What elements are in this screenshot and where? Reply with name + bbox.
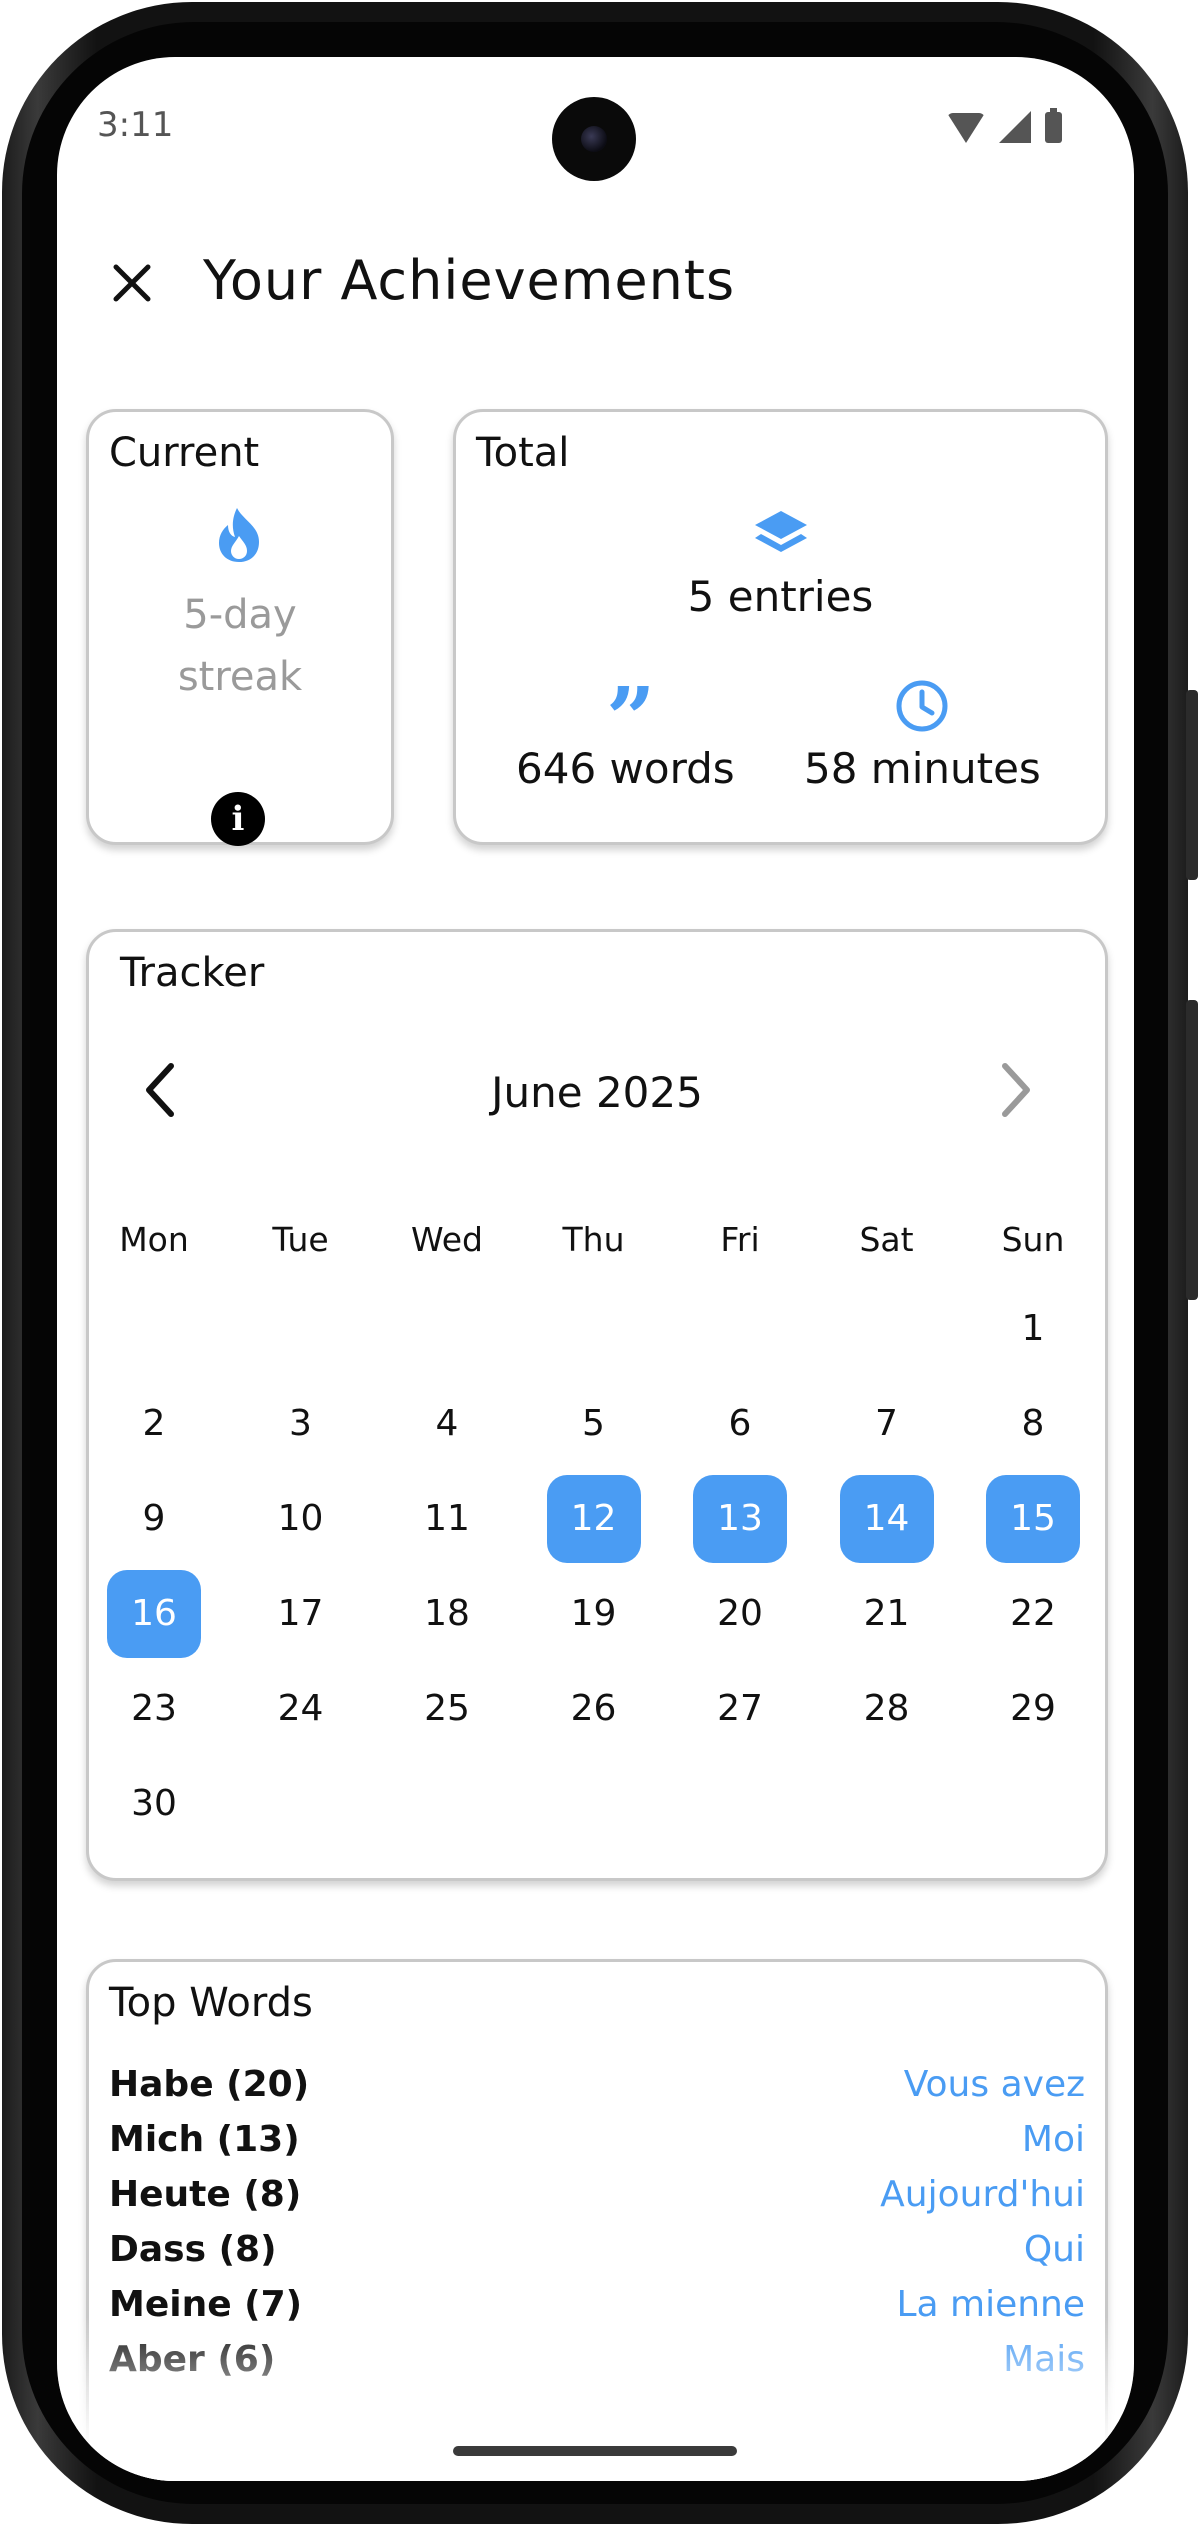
current-streak-card: Current 5-day streak i [86,409,394,846]
calendar-day-26[interactable]: 26 [547,1665,641,1753]
streak-text: 5-day streak [89,584,391,708]
top-word: Heute (8) [109,2174,302,2215]
weekday-fri: Fri [720,1220,760,1259]
top-word: Mich (13) [109,2119,300,2160]
month-label: June 2025 [491,1068,703,1117]
home-indicator[interactable] [453,2446,737,2456]
top-word-row[interactable]: Heute (8) Aujourd'hui [109,2174,1085,2229]
weekday-tue: Tue [272,1220,329,1259]
calendar-day-21[interactable]: 21 [840,1570,934,1658]
close-icon [113,264,151,302]
flame-icon [219,508,259,562]
clock-icon [896,680,948,732]
top-word-translation: Qui [1023,2229,1085,2270]
top-word: Dass (8) [109,2229,277,2270]
top-words-card: Top Words Habe (20) Vous avez Mich (13) Moi… [86,1959,1108,2481]
tracker-card: Tracker June 2025 Mon Tue Wed Thu Fri Sat Sun … [86,929,1108,1881]
calendar-day-4[interactable]: 4 [400,1380,494,1468]
chevron-right-icon[interactable] [993,1062,1037,1118]
calendar-day-17[interactable]: 17 [254,1570,348,1658]
calendar-day-23[interactable]: 23 [107,1665,201,1753]
calendar-day-9[interactable]: 9 [107,1475,201,1563]
current-card-title: Current [109,430,260,476]
top-word-translation: Moi [1021,2119,1085,2160]
top-word-translation: La mienne [896,2284,1085,2325]
calendar-day-27[interactable]: 27 [693,1665,787,1753]
calendar-day-7[interactable]: 7 [840,1380,934,1468]
weekday-wed: Wed [411,1220,483,1259]
weekday-thu: Thu [562,1220,625,1259]
tracker-card-title: Tracker [120,950,265,996]
top-word-row[interactable]: Mich (13) Moi [109,2119,1085,2174]
top-words-title: Top Words [109,1980,313,2026]
calendar-day-6[interactable]: 6 [693,1380,787,1468]
layers-icon [755,511,807,552]
front-camera [552,97,636,181]
calendar-day-15[interactable]: 15 [986,1475,1080,1563]
calendar-day-20[interactable]: 20 [693,1570,787,1658]
battery-icon [1045,108,1062,143]
calendar-day-11[interactable]: 11 [400,1475,494,1563]
status-time: 3:11 [97,105,174,145]
status-icons [947,108,1062,143]
calendar-day-10[interactable]: 10 [254,1475,348,1563]
top-word-row[interactable]: Aber (6) Mais [109,2339,1085,2394]
calendar-day-19[interactable]: 19 [547,1570,641,1658]
top-word: Aber (6) [109,2339,276,2380]
total-card: Total 5 entries ” 646 words 58 minutes [453,409,1108,845]
phone-frame: 3:11 Your Achievements Current 5-day str… [0,0,1198,2531]
signal-icon [999,111,1031,143]
top-word: Habe (20) [109,2064,310,2105]
top-word-row[interactable]: Meine (7) La mienne [109,2284,1085,2339]
entries-count: 5 entries [687,572,874,621]
quote-icon: ” [606,669,656,770]
top-word-row[interactable]: Habe (20) Vous avez [109,2064,1085,2119]
power-button [1186,1000,1198,1300]
info-icon[interactable]: i [211,792,265,846]
calendar-day-25[interactable]: 25 [400,1665,494,1753]
calendar-day-12[interactable]: 12 [546,1475,641,1563]
calendar-day-1[interactable]: 1 [986,1285,1080,1373]
page-title: Your Achievements [203,249,736,312]
top-word: Meine (7) [109,2284,303,2325]
top-word-translation: Mais [1003,2339,1085,2380]
total-card-title: Total [476,430,570,476]
weekday-mon: Mon [119,1220,189,1259]
calendar-day-13[interactable]: 13 [693,1475,787,1563]
volume-button [1186,690,1198,880]
top-word-row[interactable]: Dass (8) Qui [109,2229,1085,2284]
calendar-day-22[interactable]: 22 [986,1570,1080,1658]
weekday-sat: Sat [859,1220,914,1259]
calendar-day-28[interactable]: 28 [840,1665,934,1753]
app-screen: 3:11 Your Achievements Current 5-day str… [57,57,1134,2481]
streak-line-2: streak [177,654,303,700]
top-word-translation: Vous avez [903,2064,1085,2105]
wifi-icon [947,113,985,143]
calendar-day-3[interactable]: 3 [254,1380,348,1468]
calendar-day-8[interactable]: 8 [986,1380,1080,1468]
weekday-sun: Sun [1001,1220,1065,1259]
calendar-day-29[interactable]: 29 [986,1665,1080,1753]
calendar-day-30[interactable]: 30 [107,1760,201,1848]
calendar-day-18[interactable]: 18 [400,1570,494,1658]
minutes-count: 58 minutes [804,744,1041,793]
calendar-day-16[interactable]: 16 [107,1570,201,1658]
calendar-day-5[interactable]: 5 [547,1380,641,1468]
words-count: 646 words [516,744,735,793]
calendar-day-24[interactable]: 24 [254,1665,348,1753]
calendar-day-14[interactable]: 14 [839,1475,934,1563]
close-button[interactable] [101,252,163,314]
streak-line-1: 5-day [183,592,297,638]
top-word-translation: Aujourd'hui [880,2174,1085,2215]
calendar-day-2[interactable]: 2 [107,1380,201,1468]
